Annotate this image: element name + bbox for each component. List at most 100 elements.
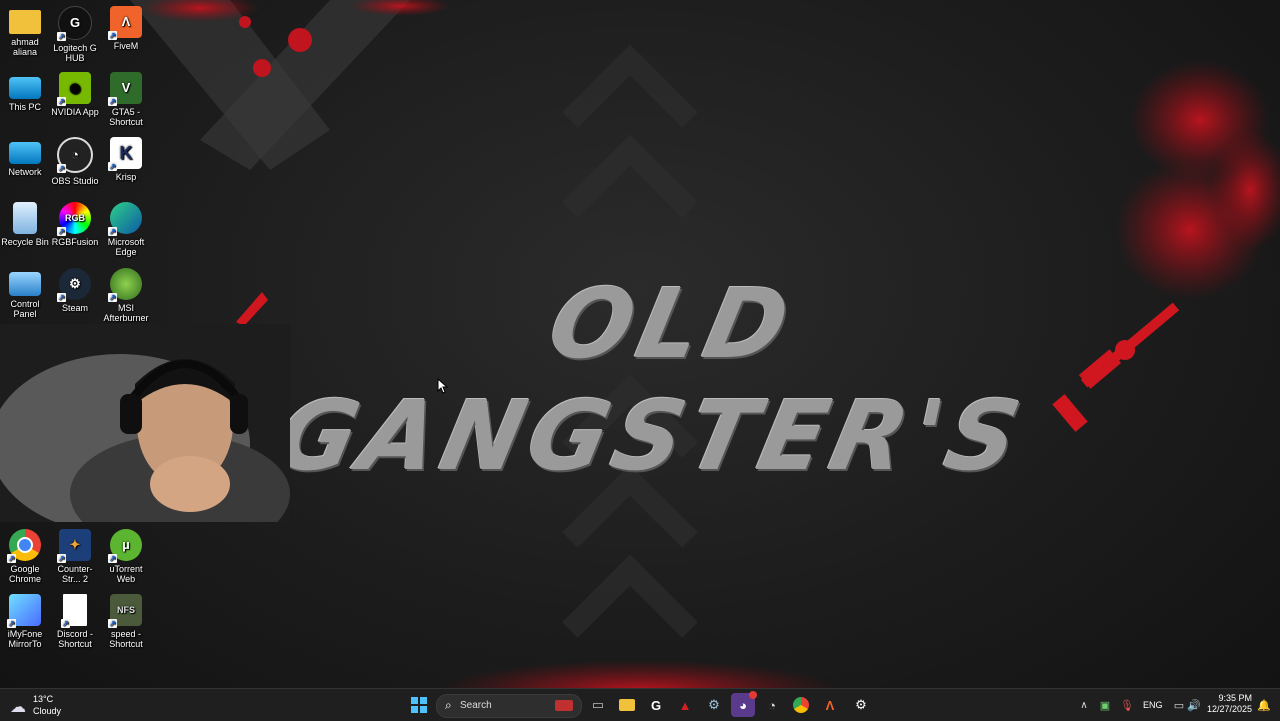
desktop-icon-network[interactable]: Network	[0, 137, 50, 177]
taskbar-app-red[interactable]: ▲	[673, 693, 697, 717]
weather-widget[interactable]: ☁ 13°C Cloudy	[10, 693, 70, 717]
taskbar-task-view[interactable]: ▭	[586, 693, 610, 717]
desktop-icon-label: FiveM	[113, 41, 139, 51]
recycle-bin-icon	[13, 202, 37, 234]
desktop-icon-steam[interactable]: ⚙ ↗ Steam	[50, 268, 100, 313]
desktop-icon-logitech-g-hub[interactable]: G ↗ Logitech G HUB	[50, 6, 100, 63]
discord-icon: ◕	[739, 697, 747, 713]
desktop-icon-krisp[interactable]: K ↗ Krisp	[101, 137, 151, 182]
desktop-icon-utorrent-web[interactable]: µ ↗ uTorrent Web	[101, 529, 151, 584]
desktop-icon-obs-studio[interactable]: ◔ ↗ OBS Studio	[50, 137, 100, 186]
desktop-icon-speed-shortcut[interactable]: NFS ↗ speed - Shortcut	[101, 594, 151, 649]
fivem-icon: Λ	[825, 697, 835, 713]
desktop-icon-label: OBS Studio	[51, 176, 99, 186]
taskbar-file-explorer[interactable]	[615, 693, 639, 717]
shortcut-arrow-icon: ↗	[108, 97, 117, 106]
obs-icon: ◔ ↗	[57, 137, 93, 173]
cloud-icon: ☁	[10, 699, 26, 716]
clock-date: 12/27/2025	[1206, 704, 1252, 714]
desktop-icon-label: Logitech G HUB	[53, 43, 97, 63]
tray-language[interactable]: ENG	[1143, 700, 1163, 710]
desktop-icon-label: NVIDIA App	[51, 107, 99, 117]
control-panel-icon	[9, 272, 41, 296]
desktop-icon-discord-shortcut[interactable]: ↗ Discord - Shortcut	[50, 594, 100, 649]
file-icon: ↗	[61, 594, 87, 628]
desktop-icon-ahmad-aliana[interactable]: ahmad aliana	[0, 6, 50, 57]
desktop-icon-label: Steam	[61, 303, 88, 313]
logitech-g-icon: G ↗	[57, 6, 92, 41]
chevron-up-icon: ∧	[1080, 699, 1088, 711]
search-label: Search	[460, 700, 492, 711]
taskbar-settings[interactable]: ⚙	[849, 693, 873, 717]
obs-icon: ◔	[768, 697, 776, 713]
desktop-icon-rgbfusion[interactable]: RGB ↗ RGBFusion	[50, 202, 100, 247]
desktop-icon-control-panel[interactable]: Control Panel	[0, 268, 50, 319]
desktop-icon-label: iMyFone MirrorTo	[7, 629, 43, 649]
notification-center-button[interactable]: 🔔	[1254, 693, 1274, 717]
taskbar-chrome[interactable]	[789, 693, 813, 717]
shortcut-arrow-icon: ↗	[57, 32, 66, 41]
webcam-overlay	[0, 324, 290, 522]
desktop-icon-label: Discord - Shortcut	[56, 629, 93, 649]
taskbar: ☁ 13°C Cloudy ⌕ Search ▭ G ▲ ⚙ ◕ ◔ Λ ⚙ ∧…	[0, 688, 1280, 721]
shortcut-arrow-icon: ↗	[7, 619, 16, 628]
search-highlight-icon	[555, 700, 573, 711]
shortcut-arrow-icon: ↗	[108, 293, 117, 302]
tray-clock[interactable]: 9:35 PM 12/27/2025	[1204, 693, 1252, 717]
desktop-icon-gta5[interactable]: V ↗ GTA5 - Shortcut	[101, 72, 151, 127]
desktop-icon-label: Krisp	[115, 172, 137, 182]
shortcut-arrow-icon: ↗	[57, 554, 66, 563]
start-button[interactable]	[407, 693, 431, 717]
windows-logo-icon	[411, 697, 427, 713]
weather-condition: Cloudy	[33, 706, 62, 716]
desktop-icon-label: Google Chrome	[8, 564, 41, 584]
desktop-icon-label: GTA5 - Shortcut	[109, 107, 143, 127]
desktop-icon-label: Network	[8, 167, 42, 177]
shortcut-arrow-icon: ↗	[57, 293, 66, 302]
steam-icon: ⚙	[708, 697, 720, 712]
search-icon: ⌕	[445, 698, 452, 712]
counter-strike-icon: ✦ ↗	[57, 529, 91, 563]
desktop-icon-microsoft-edge[interactable]: ↗ Microsoft Edge	[101, 202, 151, 257]
task-view-icon: ▭	[591, 697, 605, 712]
desktop-icon-label: Counter-Str... 2	[57, 564, 93, 584]
taskbar-obs[interactable]: ◔	[760, 693, 784, 717]
tray-app-icon[interactable]: ▣	[1093, 693, 1117, 717]
green-app-icon: ▣	[1099, 699, 1111, 712]
imyfone-icon: ↗	[7, 594, 41, 628]
shortcut-arrow-icon: ↗	[108, 31, 117, 40]
desktop-icon-imyfone-mirrorto[interactable]: ↗ iMyFone MirrorTo	[0, 594, 50, 649]
desktop-icon-this-pc[interactable]: This PC	[0, 72, 50, 112]
wallpaper-banner-text: OLD GANGSTER'S	[266, 268, 1035, 492]
desktop-icon-label: MSI Afterburner	[103, 303, 149, 323]
taskbar-logitech[interactable]: G	[644, 693, 668, 717]
search-box[interactable]: ⌕ Search	[436, 694, 582, 718]
desktop-icon-google-chrome[interactable]: ↗ Google Chrome	[0, 529, 50, 584]
nvidia-icon: ◉ ↗	[57, 72, 91, 106]
desktop-icon-label: uTorrent Web	[109, 564, 143, 584]
webcam-person-image	[0, 324, 290, 522]
clock-time: 9:35 PM	[1218, 693, 1252, 703]
steam-icon: ⚙ ↗	[57, 268, 91, 302]
notification-badge	[749, 691, 757, 699]
gear-icon: ⚙	[855, 697, 867, 712]
tray-volume[interactable]: 🔊	[1182, 693, 1206, 717]
desktop-icon-label: ahmad aliana	[11, 37, 39, 57]
desktop-icon-fivem[interactable]: Λ ↗ FiveM	[101, 6, 151, 51]
microphone-icon: 🎙	[1120, 699, 1134, 712]
taskbar-steam[interactable]: ⚙	[702, 693, 726, 717]
desktop-icon-label: This PC	[8, 102, 41, 112]
shortcut-arrow-icon: ↗	[108, 619, 117, 628]
taskbar-discord[interactable]: ◕	[731, 691, 757, 717]
desktop-icon-label: speed - Shortcut	[109, 629, 143, 649]
fivem-icon: Λ ↗	[108, 6, 142, 40]
taskbar-fivem[interactable]: Λ	[818, 693, 842, 717]
desktop-icon-nvidia-app[interactable]: ◉ ↗ NVIDIA App	[50, 72, 100, 117]
shortcut-arrow-icon: ↗	[108, 162, 117, 171]
tray-microphone[interactable]: 🎙	[1115, 693, 1139, 717]
mouse-cursor-icon	[437, 378, 449, 394]
desktop-icon-msi-afterburner[interactable]: ↗ MSI Afterburner	[101, 268, 151, 323]
desktop-icon-label: Microsoft Edge	[107, 237, 145, 257]
desktop-icon-counter-strike[interactable]: ✦ ↗ Counter-Str... 2	[50, 529, 100, 584]
desktop-icon-recycle-bin[interactable]: Recycle Bin	[0, 202, 50, 247]
